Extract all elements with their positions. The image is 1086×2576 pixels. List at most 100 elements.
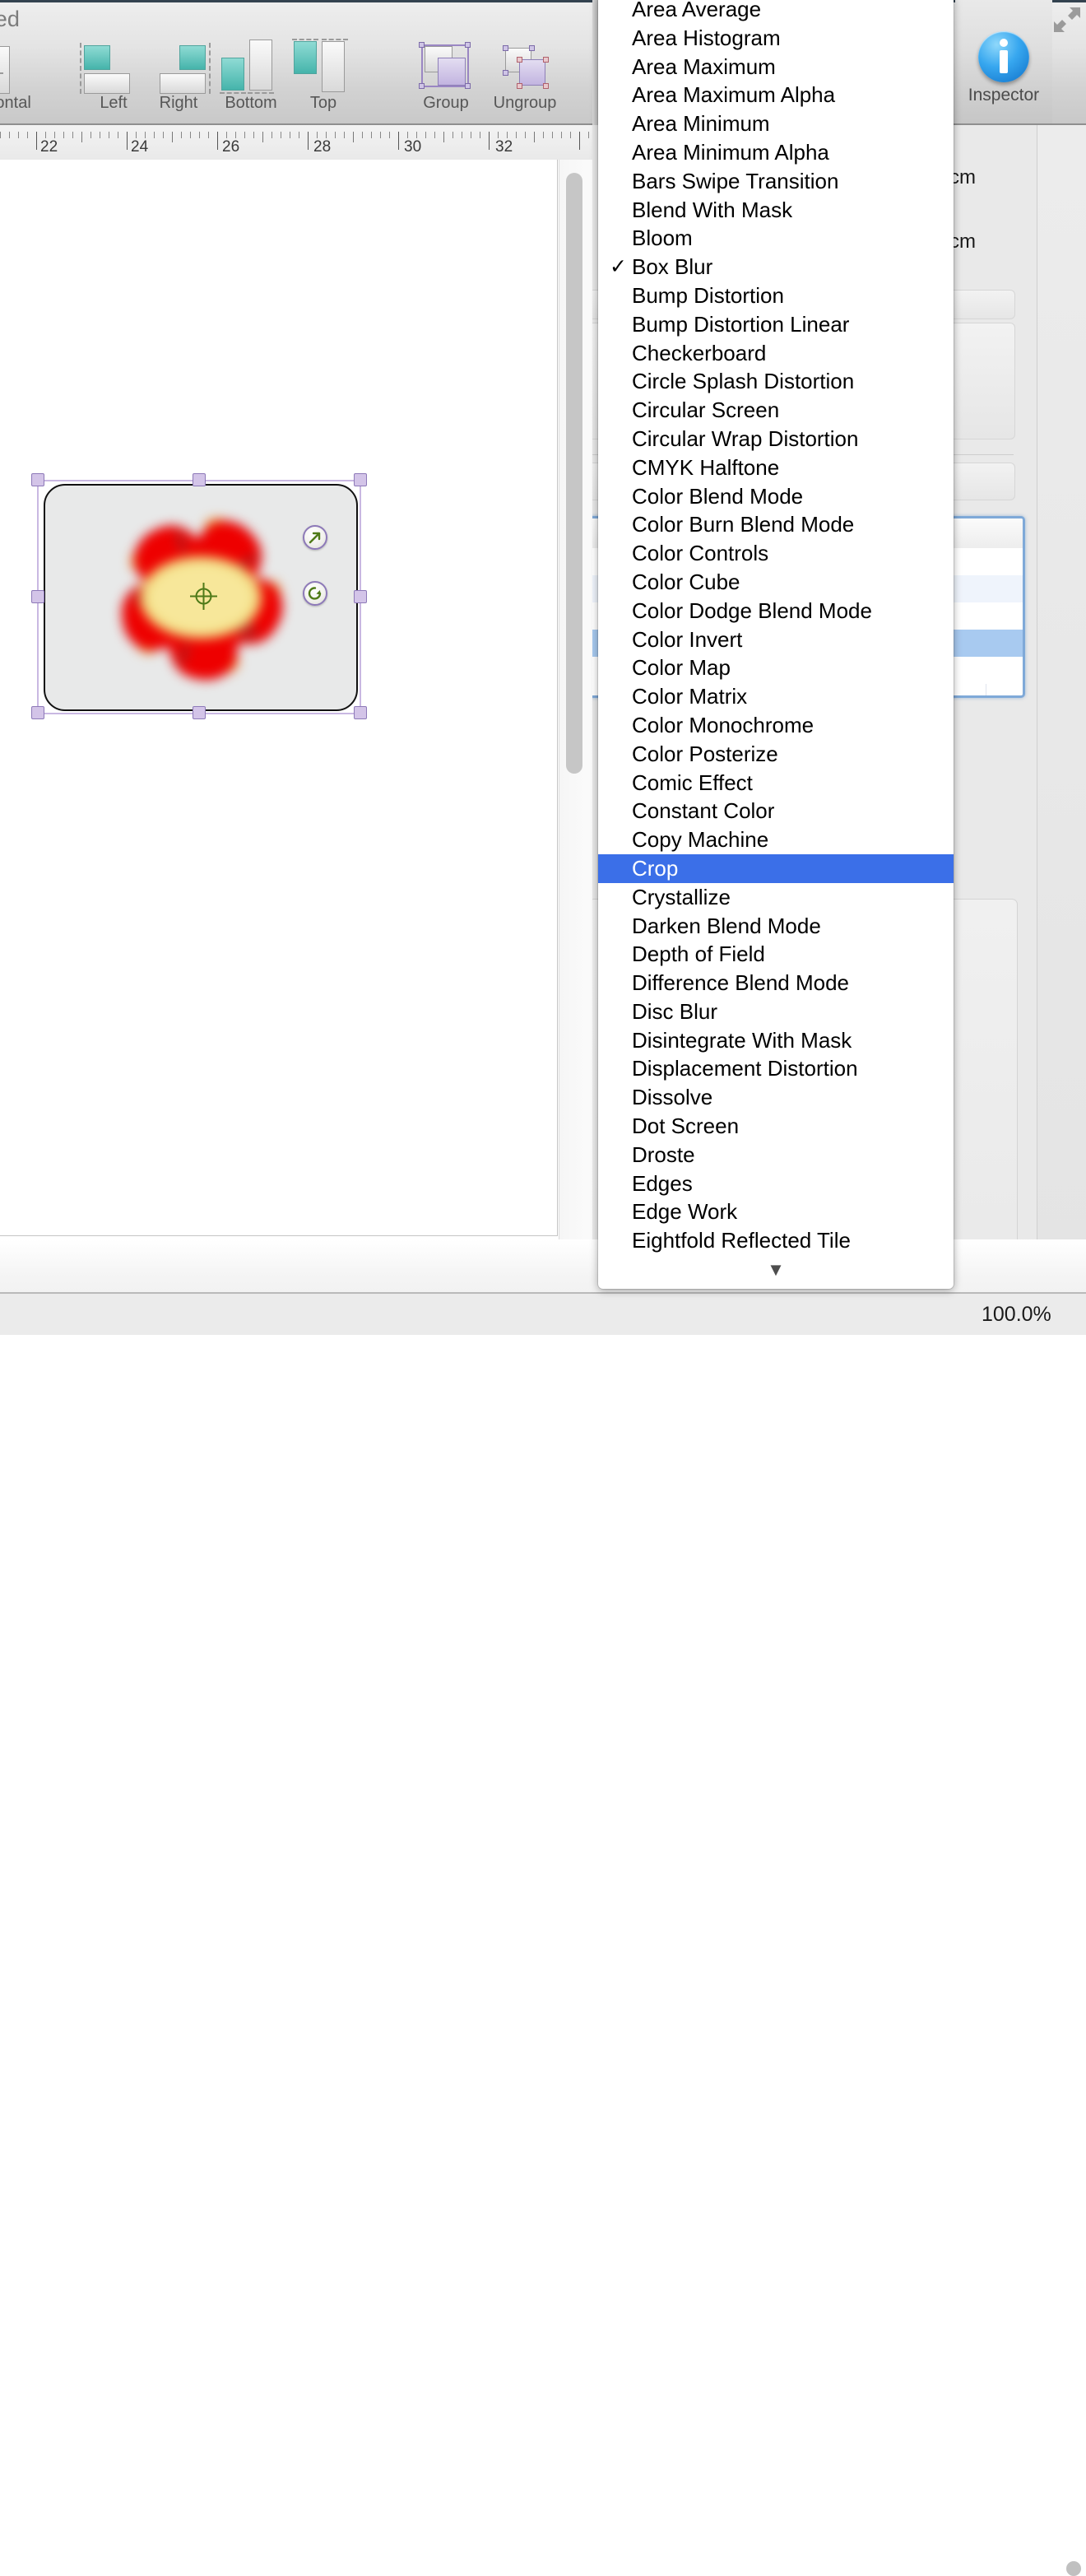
resize-handle-icon[interactable] xyxy=(303,525,327,550)
menu-item-edges[interactable]: Edges xyxy=(598,1169,954,1198)
zoom-level-value[interactable]: 100.0% xyxy=(982,1303,1051,1327)
menu-item-circular-wrap-distortion[interactable]: Circular Wrap Distortion xyxy=(598,425,954,453)
ruler-label: 32 xyxy=(495,138,513,156)
rotate-handle-icon[interactable] xyxy=(303,581,327,606)
menu-item-disc-blur[interactable]: Disc Blur xyxy=(598,997,954,1026)
menu-item-label: Crystallize xyxy=(632,884,731,909)
toolbar-button-inspector[interactable]: Inspector xyxy=(955,0,1052,123)
menu-item-crystallize[interactable]: Crystallize xyxy=(598,883,954,912)
toolbar-button-align-horizontal[interactable]: orizontal xyxy=(0,36,39,112)
group-icon xyxy=(406,36,485,94)
menu-item-difference-blend-mode[interactable]: Difference Blend Mode xyxy=(598,969,954,997)
ruler-tick xyxy=(561,132,562,138)
menu-item-color-burn-blend-mode[interactable]: Color Burn Blend Mode xyxy=(598,510,954,539)
menu-item-color-map[interactable]: Color Map xyxy=(598,653,954,682)
expand-collapse-arrows-icon[interactable] xyxy=(1053,7,1081,33)
ruler-tick xyxy=(54,132,55,138)
resize-handle-middle-left[interactable] xyxy=(31,590,44,603)
menu-item-depth-of-field[interactable]: Depth of Field xyxy=(598,940,954,969)
menu-item-area-maximum[interactable]: Area Maximum xyxy=(598,53,954,81)
menu-item-color-matrix[interactable]: Color Matrix xyxy=(598,682,954,711)
resize-handle-top-right[interactable] xyxy=(354,473,367,486)
menu-item-circle-splash-distortion[interactable]: Circle Splash Distortion xyxy=(598,367,954,396)
menu-item-darken-blend-mode[interactable]: Darken Blend Mode xyxy=(598,912,954,941)
menu-item-dot-screen[interactable]: Dot Screen xyxy=(598,1112,954,1141)
menu-item-constant-color[interactable]: Constant Color xyxy=(598,797,954,825)
canvas-vertical-scrollbar[interactable] xyxy=(559,160,592,1239)
menu-scroll-down-arrow[interactable]: ▼ xyxy=(598,1261,954,1286)
menu-item-label: Checkerboard xyxy=(632,340,767,365)
menu-item-dissolve[interactable]: Dissolve xyxy=(598,1083,954,1112)
menu-item-label: Color Controls xyxy=(632,541,769,566)
toolbar-button-align-top[interactable]: Top xyxy=(284,36,363,112)
menu-item-label: Area Histogram xyxy=(632,25,781,50)
toolbar-button-group[interactable]: Group xyxy=(406,36,485,112)
menu-item-color-controls[interactable]: Color Controls xyxy=(598,539,954,568)
menu-item-label: Color Blend Mode xyxy=(632,483,804,509)
menu-item-bars-swipe-transition[interactable]: Bars Swipe Transition xyxy=(598,167,954,196)
menu-item-label: Displacement Distortion xyxy=(632,1056,858,1081)
menu-item-bump-distortion-linear[interactable]: Bump Distortion Linear xyxy=(598,310,954,339)
menu-item-area-minimum-alpha[interactable]: Area Minimum Alpha xyxy=(598,138,954,167)
menu-item-circular-screen[interactable]: Circular Screen xyxy=(598,396,954,425)
menu-item-label: Area Minimum Alpha xyxy=(632,139,829,165)
horizontal-ruler[interactable]: 22 24 26 28 30 32 xyxy=(0,125,592,160)
menu-item-area-maximum-alpha[interactable]: Area Maximum Alpha xyxy=(598,81,954,109)
ruler-tick xyxy=(199,132,200,138)
menu-item-color-cube[interactable]: Color Cube xyxy=(598,568,954,597)
window-resize-grip[interactable] xyxy=(1066,2561,1081,2576)
menu-item-label: Depth of Field xyxy=(632,942,765,967)
ruler-label: 22 xyxy=(40,138,58,156)
menu-item-blend-with-mask[interactable]: Blend With Mask xyxy=(598,196,954,225)
menu-item-area-average[interactable]: Area Average xyxy=(598,0,954,24)
checkmark-icon: ✓ xyxy=(610,255,627,279)
menu-item-comic-effect[interactable]: Comic Effect xyxy=(598,769,954,797)
toolbar-label: Bottom xyxy=(225,94,277,112)
menu-item-color-blend-mode[interactable]: Color Blend Mode xyxy=(598,482,954,511)
menu-item-color-posterize[interactable]: Color Posterize xyxy=(598,740,954,769)
menu-item-color-invert[interactable]: Color Invert xyxy=(598,625,954,654)
ruler-tick xyxy=(253,132,254,138)
menu-item-checkerboard[interactable]: Checkerboard xyxy=(598,339,954,368)
ruler-tick xyxy=(452,132,453,138)
menu-item-box-blur[interactable]: ✓ Box Blur xyxy=(598,253,954,281)
resize-handle-top-left[interactable] xyxy=(31,473,44,486)
menu-item-crop[interactable]: Crop xyxy=(598,853,954,883)
menu-item-area-histogram[interactable]: Area Histogram xyxy=(598,24,954,53)
ruler-label: 30 xyxy=(404,138,422,156)
menu-item-disintegrate-with-mask[interactable]: Disintegrate With Mask xyxy=(598,1026,954,1055)
toolbar-button-align-bottom[interactable]: Bottom xyxy=(211,36,290,112)
menu-item-color-monochrome[interactable]: Color Monochrome xyxy=(598,711,954,740)
selected-object-flower[interactable] xyxy=(31,473,367,719)
center-anchor-icon xyxy=(189,582,218,611)
resize-handle-bottom-center[interactable] xyxy=(193,706,206,719)
menu-item-cmyk-halftone[interactable]: CMYK Halftone xyxy=(598,453,954,482)
ruler-tick xyxy=(181,132,182,138)
menu-item-bump-distortion[interactable]: Bump Distortion xyxy=(598,281,954,310)
menu-item-bloom[interactable]: Bloom xyxy=(598,224,954,253)
filter-dropdown-menu[interactable]: Area Average Area Histogram Area Maximum Ar… xyxy=(598,0,954,1289)
scrollbar-thumb[interactable] xyxy=(566,173,582,774)
ruler-tick xyxy=(588,132,589,138)
menu-item-displacement-distortion[interactable]: Displacement Distortion xyxy=(598,1054,954,1083)
ruler-tick xyxy=(507,132,508,138)
menu-item-eightfold-reflected-tile[interactable]: Eightfold Reflected Tile xyxy=(598,1226,954,1255)
menu-item-edge-work[interactable]: Edge Work xyxy=(598,1197,954,1226)
menu-item-color-dodge-blend-mode[interactable]: Color Dodge Blend Mode xyxy=(598,597,954,625)
resize-handle-bottom-left[interactable] xyxy=(31,706,44,719)
menu-item-label: Area Maximum xyxy=(632,53,776,79)
ruler-tick xyxy=(308,132,309,150)
ruler-tick xyxy=(570,132,571,138)
resize-handle-bottom-right[interactable] xyxy=(354,706,367,719)
canvas-area[interactable] xyxy=(0,160,592,1239)
ruler-label: 24 xyxy=(131,138,149,156)
menu-item-droste[interactable]: Droste xyxy=(598,1141,954,1169)
toolbar-button-ungroup[interactable]: Ungroup xyxy=(485,36,564,112)
resize-handle-middle-right[interactable] xyxy=(354,590,367,603)
menu-item-area-minimum[interactable]: Area Minimum xyxy=(598,109,954,138)
ruler-tick xyxy=(525,132,526,138)
toolbar-button-align-right[interactable]: Right xyxy=(139,36,218,112)
info-circle-icon xyxy=(978,31,1029,82)
menu-item-copy-machine[interactable]: Copy Machine xyxy=(598,825,954,854)
resize-handle-top-center[interactable] xyxy=(193,473,206,486)
